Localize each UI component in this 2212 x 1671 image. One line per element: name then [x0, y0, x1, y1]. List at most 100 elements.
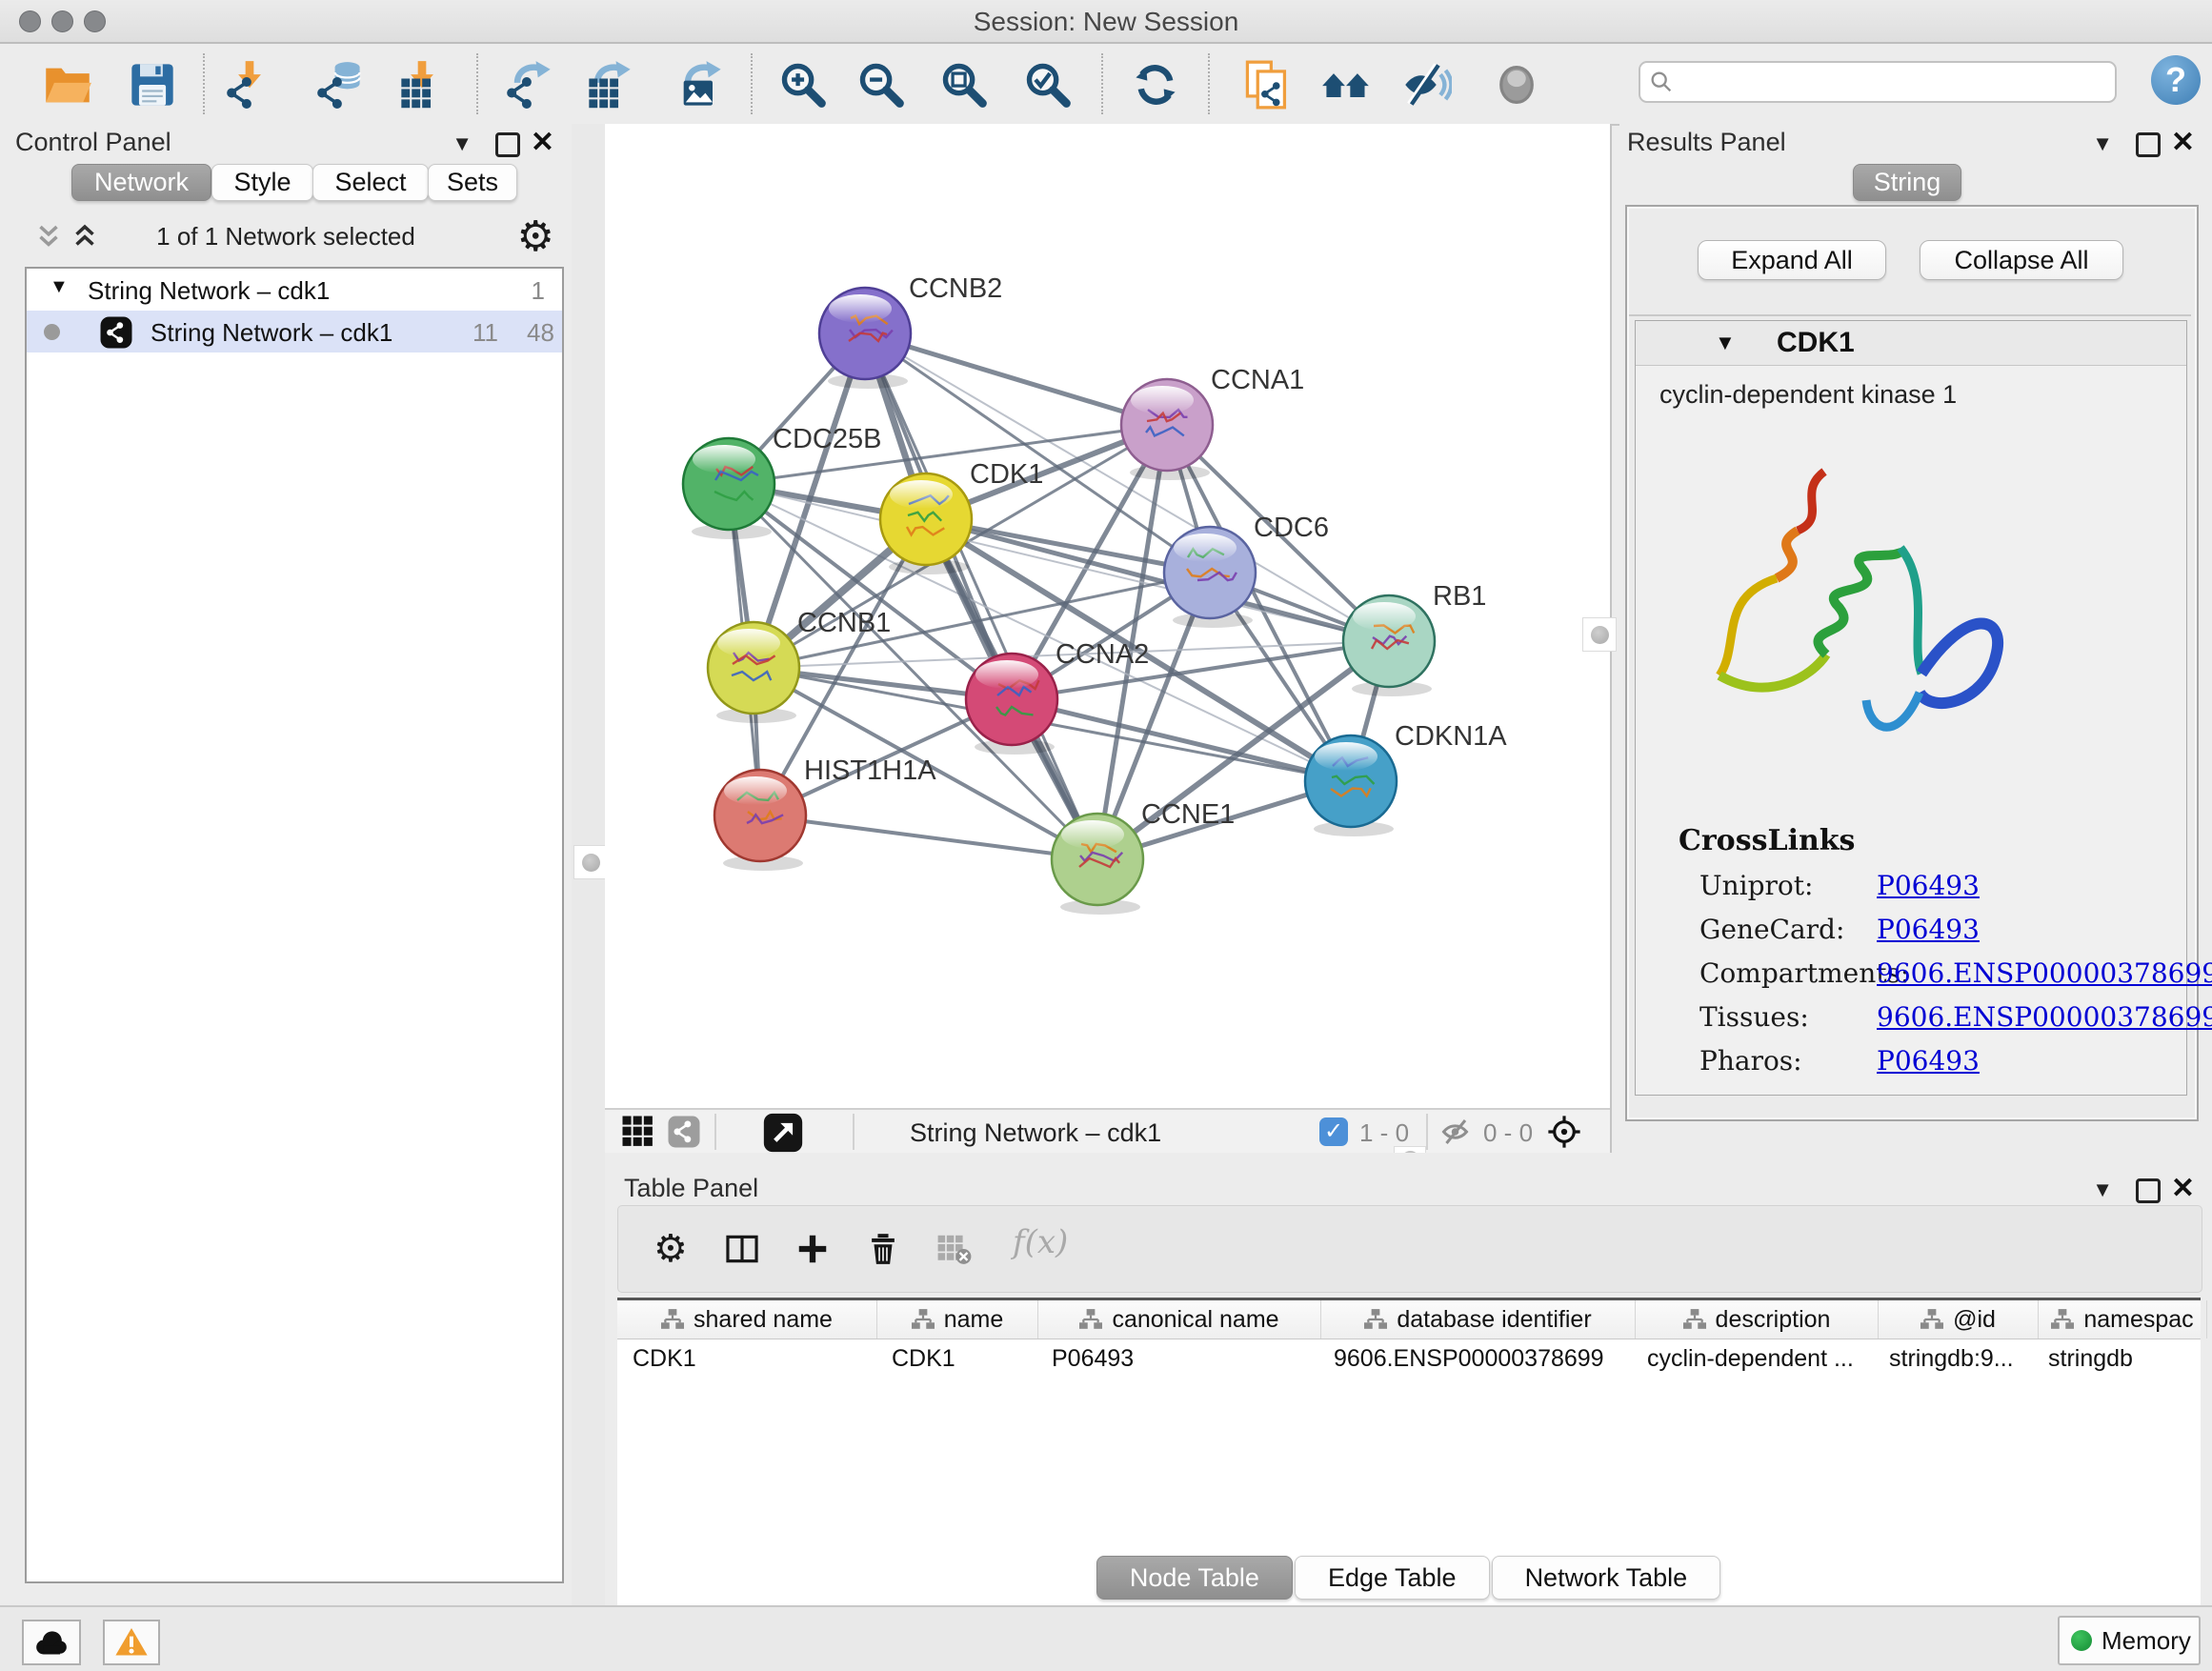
node-CDK1[interactable] [880, 473, 972, 574]
tab-string[interactable]: String [1853, 164, 1961, 201]
node-label-CCNA1: CCNA1 [1211, 365, 1304, 395]
grid-view-icon[interactable] [621, 1115, 655, 1149]
tab-sets[interactable]: Sets [428, 164, 517, 201]
network-view-title: String Network – cdk1 [910, 1118, 1161, 1148]
column-header-name[interactable]: name [877, 1300, 1038, 1339]
node-CDC6[interactable] [1164, 527, 1256, 628]
search-input[interactable] [1682, 65, 2105, 97]
import-network-icon[interactable] [225, 60, 274, 110]
collection-expander-icon[interactable]: ▼ [50, 276, 69, 298]
show-all-icon[interactable] [1492, 60, 1541, 110]
import-database-icon[interactable] [315, 60, 365, 110]
column-header-canonical-name[interactable]: canonical name [1038, 1300, 1321, 1339]
import-table-icon[interactable] [397, 60, 447, 110]
fit-selected-icon[interactable] [1546, 1114, 1582, 1150]
protein-section-header[interactable]: ▼ CDK1 [1636, 321, 2186, 366]
left-splitter-handle[interactable] [573, 845, 608, 879]
tab-style[interactable]: Style [211, 164, 313, 201]
delete-table-icon[interactable] [936, 1231, 973, 1267]
network-options-gear-icon[interactable]: ⚙ [517, 212, 554, 261]
birdseye-view-icon[interactable] [762, 1112, 804, 1154]
column-header-shared-name[interactable]: shared name [617, 1300, 877, 1339]
network-canvas[interactable]: CCNB2CCNA1CDC25BCDK1CDC6RB1CCNB1CCNA2CDK… [605, 124, 1610, 1108]
network-selection-status: 1 of 1 Network selected [0, 222, 572, 252]
network-row-selected[interactable]: String Network – cdk1 11 48 [27, 311, 562, 352]
column-header-description[interactable]: description [1636, 1300, 1879, 1339]
expand-all-button[interactable]: Expand All [1698, 240, 1886, 280]
node-CCNA1[interactable] [1121, 379, 1213, 480]
node-label-CDC6: CDC6 [1254, 513, 1329, 543]
panel-menu-icon[interactable]: ▼ [2092, 1178, 2113, 1202]
panel-close-icon[interactable]: ✕ [2171, 126, 2195, 159]
crosslink-link[interactable]: P06493 [1877, 1045, 1980, 1077]
node-CCNB2[interactable] [819, 288, 911, 389]
right-splitter-handle[interactable] [1582, 617, 1617, 652]
hide-selected-icon[interactable] [1402, 60, 1452, 110]
panel-menu-icon[interactable]: ▼ [452, 131, 473, 156]
zoom-fit-icon[interactable] [939, 60, 989, 110]
warnings-button[interactable] [103, 1620, 160, 1665]
node-RB1[interactable] [1343, 595, 1435, 696]
edge-CCNB2-CCNA1[interactable] [865, 333, 1167, 425]
zoom-selected-icon[interactable] [1023, 60, 1073, 110]
edge-CCNA2-CDKN1A[interactable] [1012, 699, 1351, 781]
crosslink-link[interactable]: 9606.ENSP00000378699 [1877, 1001, 2212, 1033]
protein-description: cyclin-dependent kinase 1 [1659, 380, 1957, 410]
tab-node-table[interactable]: Node Table [1096, 1556, 1293, 1600]
columns-icon[interactable] [724, 1231, 760, 1267]
export-image-icon[interactable] [675, 60, 725, 110]
node-CDC25B[interactable] [683, 438, 774, 539]
protein-expander-icon[interactable]: ▼ [1715, 331, 1736, 355]
zoom-out-icon[interactable] [856, 60, 906, 110]
column-header-database-identifier[interactable]: database identifier [1321, 1300, 1636, 1339]
hidden-items-icon[interactable] [1438, 1115, 1476, 1149]
network-view-icon[interactable] [667, 1115, 701, 1149]
panel-menu-icon[interactable]: ▼ [2092, 131, 2113, 156]
collection-label: String Network – cdk1 [88, 276, 330, 306]
node-HIST1H1A[interactable] [714, 770, 806, 871]
tab-network-table[interactable]: Network Table [1492, 1556, 1721, 1600]
string-home-icon[interactable] [1321, 60, 1371, 110]
memory-button[interactable]: Memory [2058, 1616, 2201, 1665]
node-CCNE1[interactable] [1052, 814, 1143, 915]
clipboard-network-icon[interactable] [1242, 60, 1292, 110]
protein-details: ▼ CDK1 cyclin-dependent kinase 1 CrossLi… [1635, 320, 2187, 1096]
delete-column-icon[interactable] [865, 1231, 901, 1267]
network-collection-row[interactable]: ▼ String Network – cdk1 1 [27, 269, 562, 311]
collapse-all-button[interactable]: Collapse All [1920, 240, 2123, 280]
panel-float-icon[interactable] [2136, 1178, 2161, 1203]
tab-edge-table[interactable]: Edge Table [1295, 1556, 1490, 1600]
refresh-icon[interactable] [1131, 60, 1180, 110]
table-row[interactable]: CDK1CDK1P064939606.ENSP00000378699cyclin… [617, 1339, 2201, 1378]
selected-nodes-checkbox[interactable]: ✓ [1319, 1117, 1348, 1146]
open-session-icon[interactable] [43, 60, 92, 110]
crosslink-link[interactable]: 9606.ENSP00000378699 [1877, 957, 2212, 989]
settings-gear-icon[interactable]: ⚙ [654, 1231, 690, 1267]
crosslink-link[interactable]: P06493 [1877, 870, 1980, 901]
crosslink-link[interactable]: P06493 [1877, 914, 1980, 945]
export-table-icon[interactable] [585, 60, 634, 110]
panel-float-icon[interactable] [2136, 132, 2161, 157]
tab-select[interactable]: Select [312, 164, 429, 201]
node-CDKN1A[interactable] [1305, 735, 1397, 836]
node-label-CDK1: CDK1 [970, 459, 1043, 490]
cloud-button[interactable] [22, 1620, 81, 1665]
panel-close-icon[interactable]: ✕ [531, 126, 554, 159]
crosslink-row: Pharos: P06493 [1699, 1041, 2176, 1085]
column-header-namespac[interactable]: namespac [2039, 1300, 2207, 1339]
crosslink-label: Pharos: [1699, 1045, 1802, 1077]
edge-CCNE1-HIST1H1A[interactable] [760, 815, 1097, 859]
add-column-icon[interactable] [794, 1231, 831, 1267]
fx-icon[interactable]: f(x) [1013, 1223, 1089, 1259]
search-field[interactable] [1639, 61, 2117, 103]
help-button[interactable]: ? [2151, 55, 2201, 105]
crosslinks-list: Uniprot:P06493GeneCard:P06493Compartment… [1699, 866, 2176, 1085]
zoom-in-icon[interactable] [778, 60, 828, 110]
export-network-icon[interactable] [505, 60, 554, 110]
save-session-icon[interactable] [128, 60, 177, 110]
column-header-@id[interactable]: @id [1879, 1300, 2039, 1339]
panel-float-icon[interactable] [495, 132, 520, 157]
node-CCNB1[interactable] [708, 622, 799, 723]
tab-network[interactable]: Network [71, 164, 211, 201]
panel-close-icon[interactable]: ✕ [2171, 1172, 2195, 1205]
